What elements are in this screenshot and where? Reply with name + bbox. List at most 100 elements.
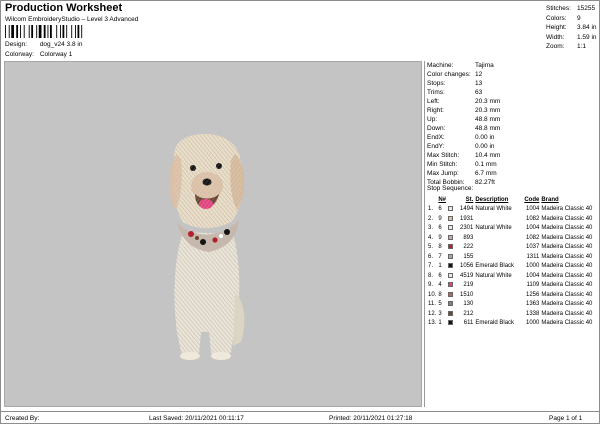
stitch-count: 1494 xyxy=(459,206,474,213)
design-stats: Stitches: 15255 Colors: 9 Height: 3.84 in W… xyxy=(546,4,600,52)
barcode-image xyxy=(5,25,83,38)
info-value: 20.3 mm xyxy=(475,98,501,105)
stop-number: 1. xyxy=(428,206,434,213)
stop-number: 13. xyxy=(428,320,437,327)
stat-height: Height: 3.84 in xyxy=(546,23,600,33)
thread-description: Natural White xyxy=(475,272,512,279)
info-value: Tajima xyxy=(475,62,494,69)
stop-number: 8. xyxy=(428,272,434,279)
needle-number: 6 xyxy=(438,272,442,279)
thread-brand: Madeira Classic 40 xyxy=(541,291,593,298)
stop-sequence-title: Stop Sequence: xyxy=(427,185,474,192)
stop-number: 9. xyxy=(428,282,434,289)
stat-label: Colors: xyxy=(546,14,567,22)
stat-value: 9 xyxy=(577,14,581,22)
thread-code: 1338 xyxy=(525,310,540,317)
design-row: Design: dog_v24 3.8 in xyxy=(5,41,82,48)
thread-code: 1311 xyxy=(526,253,540,260)
worksheet-footer: Created By: Last Saved: 20/11/2021 00:11… xyxy=(1,411,600,425)
thread-brand: Madeira Classic 40 xyxy=(541,215,593,222)
stitch-count: 219 xyxy=(463,282,474,289)
stop-number: 2. xyxy=(428,215,434,222)
info-right: Right: 20.3 mm xyxy=(427,106,500,115)
stat-zoom: Zoom: 1:1 xyxy=(546,42,600,52)
color-swatch xyxy=(447,300,456,310)
thread-description xyxy=(474,252,520,262)
info-max-jump: Max Jump: 6.7 mm xyxy=(427,169,497,178)
info-label: EndY: xyxy=(427,143,445,150)
info-value: 82.27ft xyxy=(475,179,495,186)
info-label: Max Stitch: xyxy=(427,152,460,159)
stitch-count: 4519 xyxy=(459,272,474,279)
stat-value: 3.84 in xyxy=(577,24,597,31)
table-row: 8. 6 4519 Natural White 1004 Madeira Classic … xyxy=(427,271,593,281)
stop-number: 11. xyxy=(428,301,436,308)
color-swatch xyxy=(447,252,456,262)
info-left: Left: 20.3 mm xyxy=(427,97,500,106)
table-row: 13. 1 611 Emerald Black 1000 Madeira Classic … xyxy=(427,319,593,329)
info-label: Min Stitch: xyxy=(427,161,458,168)
table-row: 3. 6 2301 Natural White 1004 Madeira Classic … xyxy=(427,224,593,234)
color-swatch xyxy=(447,281,456,291)
thread-color-swatch xyxy=(448,291,454,297)
colorway-label: Colorway: xyxy=(5,51,34,58)
color-swatch xyxy=(447,271,456,281)
needle-number: 9 xyxy=(438,234,442,241)
software-subtitle: Wilcom EmbroideryStudio – Level 3 Advanc… xyxy=(5,16,139,23)
thread-code: 1004 xyxy=(525,225,540,232)
thread-brand: Madeira Classic 40 xyxy=(541,206,593,213)
needle-number: 4 xyxy=(438,282,442,289)
thread-code: 1000 xyxy=(525,320,540,327)
stop-number: 7. xyxy=(428,263,434,270)
stat-label: Zoom: xyxy=(546,43,565,50)
color-swatch xyxy=(447,319,456,329)
color-swatch xyxy=(447,233,456,243)
thread-color-swatch xyxy=(448,253,454,259)
info-label: Stops: xyxy=(427,80,446,87)
thread-description xyxy=(474,281,520,291)
info-value: 20.3 mm xyxy=(475,107,501,114)
stitch-count: 1056 xyxy=(459,263,474,270)
thread-brand: Madeira Classic 40 xyxy=(541,310,593,317)
needle-number: 8 xyxy=(438,244,442,251)
thread-color-swatch xyxy=(448,225,454,231)
thread-brand: Madeira Classic 40 xyxy=(541,272,593,279)
table-row: 12. 3 212 1338 Madeira Classic 40 xyxy=(427,309,593,319)
colorway-value: Colorway 1 xyxy=(39,51,73,58)
info-endy: EndY: 0.00 in xyxy=(427,142,495,151)
printed-date: Printed: 20/11/2021 01:27:18 xyxy=(329,415,413,422)
needle-number: 3 xyxy=(438,310,442,317)
info-value: 0.00 in xyxy=(475,134,495,141)
stat-label: Stitches: xyxy=(546,5,571,12)
stat-value: 1.59 in xyxy=(577,33,597,41)
stop-number: 3. xyxy=(428,225,434,232)
color-swatch xyxy=(447,243,456,253)
info-value: 48.8 mm xyxy=(475,125,501,132)
thread-code: 1037 xyxy=(525,244,540,251)
thread-color-swatch xyxy=(448,263,454,269)
needle-number: 9 xyxy=(438,215,442,222)
thread-code: 1004 xyxy=(525,272,540,279)
thread-code: 1256 xyxy=(525,291,540,298)
created-by: Created By: xyxy=(5,415,40,422)
colorway-row: Colorway: Colorway 1 xyxy=(5,51,72,58)
needle-number: 6 xyxy=(438,225,442,232)
table-row: 7. 1 1056 Emerald Black 1000 Madeira Classic … xyxy=(427,262,593,272)
stitch-count: 1510 xyxy=(459,291,474,298)
last-saved: Last Saved: 20/11/2021 00:11:17 xyxy=(149,415,244,422)
stat-colors: Colors: 9 xyxy=(546,14,600,24)
thread-brand: Madeira Classic 40 xyxy=(541,263,593,270)
stitch-count: 222 xyxy=(463,244,474,251)
thread-description: Emerald Black xyxy=(475,263,515,270)
info-up: Up: 48.8 mm xyxy=(427,115,500,124)
thread-color-swatch xyxy=(448,215,454,221)
thread-code: 1000 xyxy=(525,263,540,270)
table-row: 4. 9 893 1082 Madeira Classic 40 xyxy=(427,233,593,243)
color-swatch xyxy=(447,224,456,234)
thread-color-swatch xyxy=(448,301,454,307)
stat-value: 1:1 xyxy=(577,43,587,50)
stop-number: 6. xyxy=(428,253,434,260)
stop-number: 5. xyxy=(428,244,434,251)
info-color-changes: Color changes: 12 xyxy=(427,70,482,79)
table-row: 5. 8 222 1037 Madeira Classic 40 xyxy=(427,243,593,253)
